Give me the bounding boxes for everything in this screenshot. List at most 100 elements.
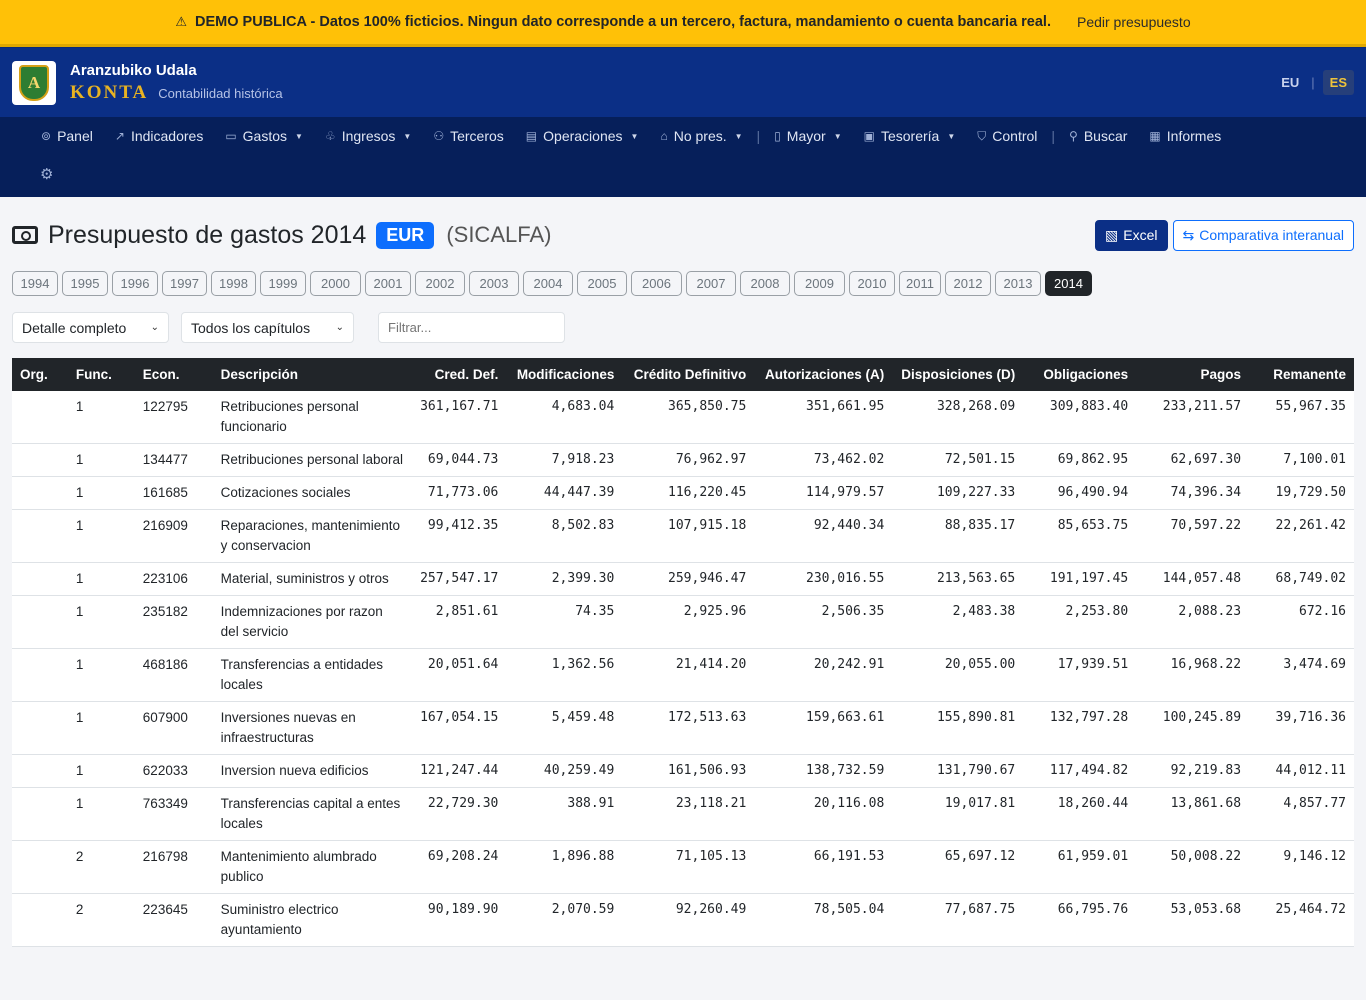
nav-item-buscar[interactable]: ⚲ Buscar xyxy=(1058,128,1138,144)
nav-item-control[interactable]: ⛉ Control xyxy=(966,128,1048,144)
table-row[interactable]: 1 134477 Retribuciones personal laboral 69,… xyxy=(12,443,1354,477)
table-row[interactable]: 2 216798 Mantenimiento alumbrado publico 69… xyxy=(12,840,1354,894)
cell-pagos: 53,053.68 xyxy=(1136,893,1250,947)
nav-item-terceros[interactable]: ⚇ Terceros xyxy=(422,128,514,144)
cell-obligaciones: 132,797.28 xyxy=(1023,701,1137,755)
nav-row: ⊚ Panel ↗ Indicadores ▭ Gastos ▼ ♧ Ingresos ▼ ⚇ Ter… xyxy=(30,117,1336,155)
nav-item-no-pres[interactable]: ⌂ No pres. ▼ xyxy=(649,128,753,144)
cell-cred-def: 90,189.90 xyxy=(412,893,507,947)
nav-item-indicadores[interactable]: ↗ Indicadores xyxy=(104,128,214,144)
comparison-button[interactable]: ⇆ Comparativa interanual xyxy=(1172,219,1354,251)
chapter-select[interactable]: Todos los capítulos ⌄ xyxy=(181,312,354,343)
cell-pagos: 233,211.57 xyxy=(1136,391,1250,444)
column-header-modificaciones[interactable]: Modificaciones xyxy=(506,358,622,391)
cell-description: Retribuciones personal funcionario xyxy=(212,391,413,444)
table-row[interactable]: 1 763349 Transferencias capital a entes lo… xyxy=(12,787,1354,841)
nav-item-gastos[interactable]: ▭ Gastos ▼ xyxy=(214,128,314,144)
year-button-2011[interactable]: 2011 xyxy=(899,271,941,296)
year-button-1994[interactable]: 1994 xyxy=(12,271,58,296)
table-row[interactable]: 1 607900 Inversiones nuevas en infraestruc… xyxy=(12,701,1354,755)
table-row[interactable]: 1 122795 Retribuciones personal funcionari… xyxy=(12,391,1354,444)
nav-item-mayor[interactable]: ▯ Mayor ▼ xyxy=(763,128,852,144)
cell-modificaciones: 74.35 xyxy=(506,595,623,649)
column-header-cred-def[interactable]: Cred. Def. xyxy=(412,358,506,391)
year-button-2012[interactable]: 2012 xyxy=(945,271,991,296)
cell-remanente: 19,729.50 xyxy=(1249,476,1354,510)
year-button-2013[interactable]: 2013 xyxy=(995,271,1041,296)
table-row[interactable]: 1 161685 Cotizaciones sociales 71,773.06 44,… xyxy=(12,476,1354,510)
table-row[interactable]: 1 622033 Inversion nueva edificios 121,247.… xyxy=(12,754,1354,788)
cell-remanente: 4,857.77 xyxy=(1249,787,1354,841)
cell-autorizaciones: 73,462.02 xyxy=(754,443,893,477)
nav-item-informes[interactable]: ▦ Informes xyxy=(1138,128,1232,144)
cell-credito-definitivo: 172,513.63 xyxy=(622,701,755,755)
year-button-1996[interactable]: 1996 xyxy=(112,271,158,296)
logo[interactable]: A xyxy=(12,60,56,105)
shield-check-icon: ⛉ xyxy=(977,128,987,143)
table-row[interactable]: 2 223645 Suministro electrico ayuntamiento… xyxy=(12,893,1354,947)
gear-icon[interactable]: ⚙ xyxy=(40,165,53,183)
request-quote-link[interactable]: Pedir presupuesto xyxy=(1077,14,1191,30)
table-row[interactable]: 1 468186 Transferencias a entidades locale… xyxy=(12,648,1354,702)
year-button-2000[interactable]: 2000 xyxy=(310,271,361,296)
year-button-2007[interactable]: 2007 xyxy=(686,271,736,296)
cell-pagos: 144,057.48 xyxy=(1136,562,1250,596)
year-button-2009[interactable]: 2009 xyxy=(794,271,845,296)
year-button-2008[interactable]: 2008 xyxy=(740,271,790,296)
column-header-org[interactable]: Org. xyxy=(12,358,68,391)
column-header-credito-definitivo[interactable]: Crédito Definitivo xyxy=(622,358,754,391)
cell-pagos: 2,088.23 xyxy=(1136,595,1250,649)
column-header-func[interactable]: Func. xyxy=(68,358,135,391)
year-button-2004[interactable]: 2004 xyxy=(523,271,573,296)
year-button-1999[interactable]: 1999 xyxy=(260,271,306,296)
detail-level-select[interactable]: Detalle completo ⌄ xyxy=(12,312,169,343)
cell-econ: 622033 xyxy=(134,754,213,788)
nav-item-ingresos[interactable]: ♧ Ingresos ▼ xyxy=(314,128,422,144)
cell-credito-definitivo: 107,915.18 xyxy=(622,509,755,563)
cell-org xyxy=(12,701,68,755)
column-header-description[interactable]: Descripción xyxy=(213,358,412,391)
arrows-swap-icon: ⇆ xyxy=(1182,226,1195,243)
chapter-value: Todos los capítulos xyxy=(191,319,311,336)
table-row[interactable]: 1 223106 Material, suministros y otros 257,… xyxy=(12,562,1354,596)
caret-down-icon: ▼ xyxy=(947,131,956,141)
cell-disposiciones: 77,687.75 xyxy=(892,893,1024,947)
cell-modificaciones: 2,070.59 xyxy=(506,893,623,947)
table-row[interactable]: 1 216909 Reparaciones, mantenimiento y con… xyxy=(12,509,1354,563)
cell-obligaciones: 66,795.76 xyxy=(1023,893,1137,947)
column-header-econ[interactable]: Econ. xyxy=(135,358,213,391)
cell-description: Cotizaciones sociales xyxy=(212,476,413,510)
year-button-2005[interactable]: 2005 xyxy=(577,271,627,296)
nav-separator: | xyxy=(1051,128,1056,144)
lang-eu-button[interactable]: EU xyxy=(1277,71,1303,94)
cash-icon: ▭ xyxy=(225,129,237,143)
year-button-2010[interactable]: 2010 xyxy=(849,271,895,296)
cell-org xyxy=(12,840,68,894)
source-label: (SICALFA) xyxy=(446,222,552,247)
filters-bar: Detalle completo ⌄ Todos los capítulos ⌄ xyxy=(12,312,1354,343)
cell-func: 1 xyxy=(67,562,135,596)
table-row[interactable]: 1 235182 Indemnizaciones por razon del ser… xyxy=(12,595,1354,649)
column-header-obligaciones[interactable]: Obligaciones xyxy=(1023,358,1136,391)
nav-item-panel[interactable]: ⊚ Panel xyxy=(30,128,104,144)
year-button-2003[interactable]: 2003 xyxy=(469,271,519,296)
year-button-2001[interactable]: 2001 xyxy=(365,271,411,296)
column-header-pagos[interactable]: Pagos xyxy=(1136,358,1249,391)
column-header-remanente[interactable]: Remanente xyxy=(1249,358,1354,391)
cell-remanente: 25,464.72 xyxy=(1249,893,1354,947)
lang-es-button[interactable]: ES xyxy=(1322,70,1354,95)
column-header-autorizaciones[interactable]: Autorizaciones (A) xyxy=(754,358,892,391)
detail-level-value: Detalle completo xyxy=(22,319,127,336)
year-button-2014[interactable]: 2014 xyxy=(1045,271,1092,296)
excel-export-button[interactable]: ▧ Excel xyxy=(1095,219,1168,251)
nav-item-tesorer-a[interactable]: ▣ Tesorería ▼ xyxy=(853,128,967,144)
column-header-disposiciones[interactable]: Disposiciones (D) xyxy=(892,358,1023,391)
filter-input[interactable] xyxy=(378,312,565,343)
nav-item-operaciones[interactable]: ▤ Operaciones ▼ xyxy=(515,128,650,144)
year-button-1998[interactable]: 1998 xyxy=(211,271,256,296)
year-button-1997[interactable]: 1997 xyxy=(162,271,207,296)
year-button-2002[interactable]: 2002 xyxy=(415,271,465,296)
table-header-row: Org. Func. Econ. Descripción Cred. Def. Modif… xyxy=(12,358,1354,391)
year-button-1995[interactable]: 1995 xyxy=(62,271,108,296)
year-button-2006[interactable]: 2006 xyxy=(631,271,682,296)
